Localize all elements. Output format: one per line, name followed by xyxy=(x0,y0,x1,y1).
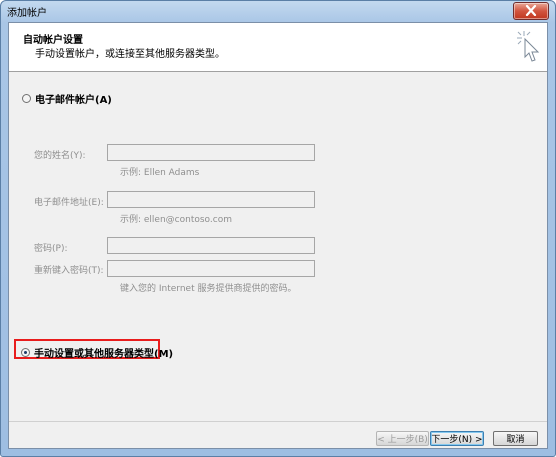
manual-setup-label: 手动设置或其他服务器类型(M) xyxy=(34,349,174,360)
password-hint: 键入您的 Internet 服务提供商提供的密码。 xyxy=(120,284,297,294)
email-hint: 示例: ellen@contoso.com xyxy=(120,215,232,225)
title-bar[interactable]: 添加帐户 xyxy=(1,1,555,21)
footer-divider xyxy=(9,421,547,422)
manual-setup-option[interactable]: 手动设置或其他服务器类型(M) xyxy=(21,345,173,360)
email-input[interactable] xyxy=(107,191,315,208)
back-button[interactable]: < 上一步(B) xyxy=(376,431,429,446)
close-button[interactable] xyxy=(513,2,549,20)
password-label: 密码(P): xyxy=(34,244,68,254)
dialog-body: 自动帐户设置 手动设置帐户，或连接至其他服务器类型。 电子邮件帐户(A) 您的姓… xyxy=(8,22,548,449)
email-label: 电子邮件地址(E): xyxy=(34,198,104,208)
password-input[interactable] xyxy=(107,237,315,254)
retype-password-label: 重新键入密码(T): xyxy=(34,266,104,276)
name-input[interactable] xyxy=(107,144,315,161)
next-button[interactable]: 下一步(N) > xyxy=(430,431,484,446)
cursor-sparkle-icon xyxy=(517,31,540,62)
email-account-radio[interactable] xyxy=(22,94,31,103)
header-title: 自动帐户设置 xyxy=(23,35,83,46)
wizard-header: 自动帐户设置 手动设置帐户，或连接至其他服务器类型。 xyxy=(9,23,547,72)
manual-setup-radio[interactable] xyxy=(21,348,30,357)
name-label: 您的姓名(Y): xyxy=(34,151,86,161)
cancel-button[interactable]: 取消 xyxy=(493,431,538,446)
name-hint: 示例: Ellen Adams xyxy=(120,168,200,178)
window-title: 添加帐户 xyxy=(7,8,47,19)
retype-password-input[interactable] xyxy=(107,260,315,277)
email-account-option[interactable]: 电子邮件帐户(A) xyxy=(22,91,112,106)
header-subtitle: 手动设置帐户，或连接至其他服务器类型。 xyxy=(35,49,225,60)
close-icon xyxy=(525,5,537,16)
email-account-label: 电子邮件帐户(A) xyxy=(35,95,112,106)
add-account-window: 添加帐户 自动帐户设置 手动设置帐户，或连接至其他服务器类型。 电子邮件帐户(A… xyxy=(0,0,556,457)
